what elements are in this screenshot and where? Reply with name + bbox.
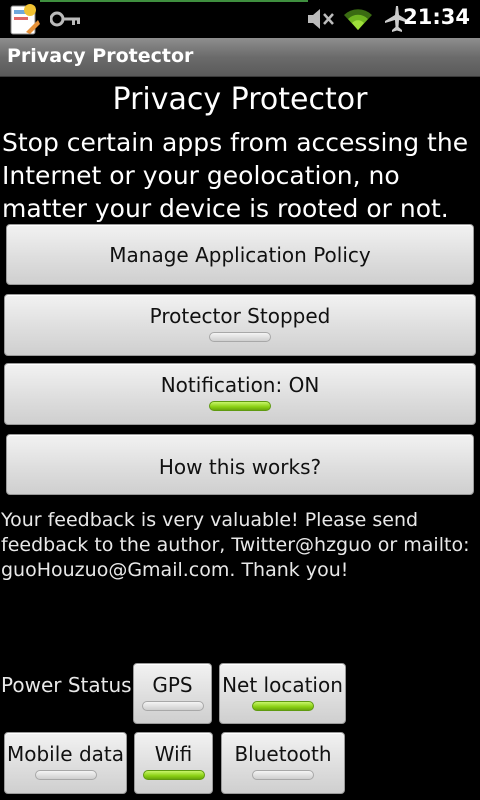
app-title: Privacy Protector [7,45,194,67]
feedback-text: Your feedback is very valuable! Please s… [1,509,470,581]
key-icon [50,11,80,27]
wifi-toggle-button[interactable]: Wifi [134,732,213,794]
net-location-toggle-label: Net location [222,673,343,697]
manage-policy-button[interactable]: Manage Application Policy [6,224,474,285]
power-status-label: Power Status [1,673,132,697]
wifi-icon [344,9,372,31]
mobile-data-toggle-label: Mobile data [6,742,124,766]
notification-toggle-button[interactable]: Notification: ON [4,363,476,425]
mobile-data-indicator [34,770,97,780]
gps-indicator [141,701,204,711]
gps-toggle-label: GPS [152,673,193,697]
download-progress-line [40,0,308,2]
bluetooth-indicator [252,770,314,780]
bluetooth-toggle-label: Bluetooth [234,742,332,766]
app-title-bar: Privacy Protector [0,38,480,77]
app-notification-icon [10,4,40,35]
protector-indicator [209,332,271,342]
net-location-toggle-button[interactable]: Net location [219,663,346,724]
protector-toggle-button[interactable]: Protector Stopped [4,294,476,356]
page-title: Privacy Protector [112,82,368,117]
protector-toggle-label: Protector Stopped [149,304,331,328]
clock: 21:34 [403,5,470,29]
manage-policy-label: Manage Application Policy [109,243,371,267]
status-bar: 21:34 [0,0,480,38]
net-location-indicator [251,701,314,711]
app-description: Stop certain apps from accessing the Int… [2,128,469,223]
bluetooth-toggle-button[interactable]: Bluetooth [221,732,345,794]
notification-indicator [209,401,271,411]
mute-icon [308,9,334,29]
gps-toggle-button[interactable]: GPS [133,663,212,724]
how-it-works-label: How this works? [158,455,322,479]
notification-toggle-label: Notification: ON [160,373,320,397]
mobile-data-toggle-button[interactable]: Mobile data [4,732,127,794]
how-it-works-button[interactable]: How this works? [6,434,474,495]
wifi-toggle-label: Wifi [154,742,193,766]
wifi-indicator [142,770,205,780]
